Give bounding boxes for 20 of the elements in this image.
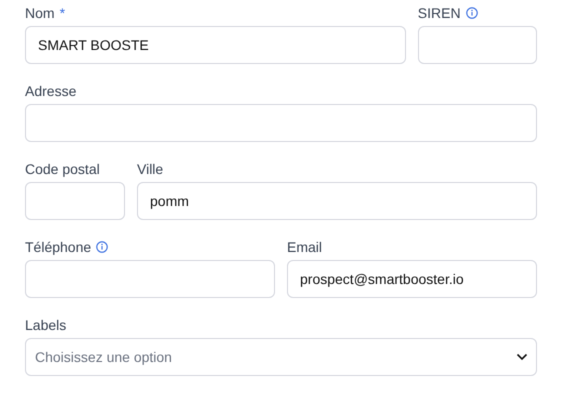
field-label: Labels xyxy=(25,317,66,333)
input-field[interactable]: SMART BOOSTE xyxy=(25,26,406,64)
input-field[interactable] xyxy=(418,26,537,64)
input-field[interactable]: prospect@smartbooster.io xyxy=(287,260,537,298)
field-label: Ville xyxy=(137,161,164,177)
select-field[interactable]: Choisissez une option xyxy=(25,338,537,376)
input-field[interactable]: pomm xyxy=(137,182,537,220)
field-label: Code postal xyxy=(25,161,100,177)
info-icon[interactable] xyxy=(96,241,108,253)
field-label: Téléphone xyxy=(25,239,92,255)
info-icon[interactable] xyxy=(466,7,478,19)
field-label: Adresse xyxy=(25,83,76,99)
input-field[interactable] xyxy=(25,260,275,298)
chevron-down-icon xyxy=(516,353,528,361)
input-field[interactable] xyxy=(25,182,125,220)
field-label: SIREN xyxy=(418,5,461,21)
required-mark: * xyxy=(60,5,66,21)
field-label: Email xyxy=(287,239,322,255)
field-label: Nom xyxy=(25,5,55,21)
input-field[interactable] xyxy=(25,104,537,142)
